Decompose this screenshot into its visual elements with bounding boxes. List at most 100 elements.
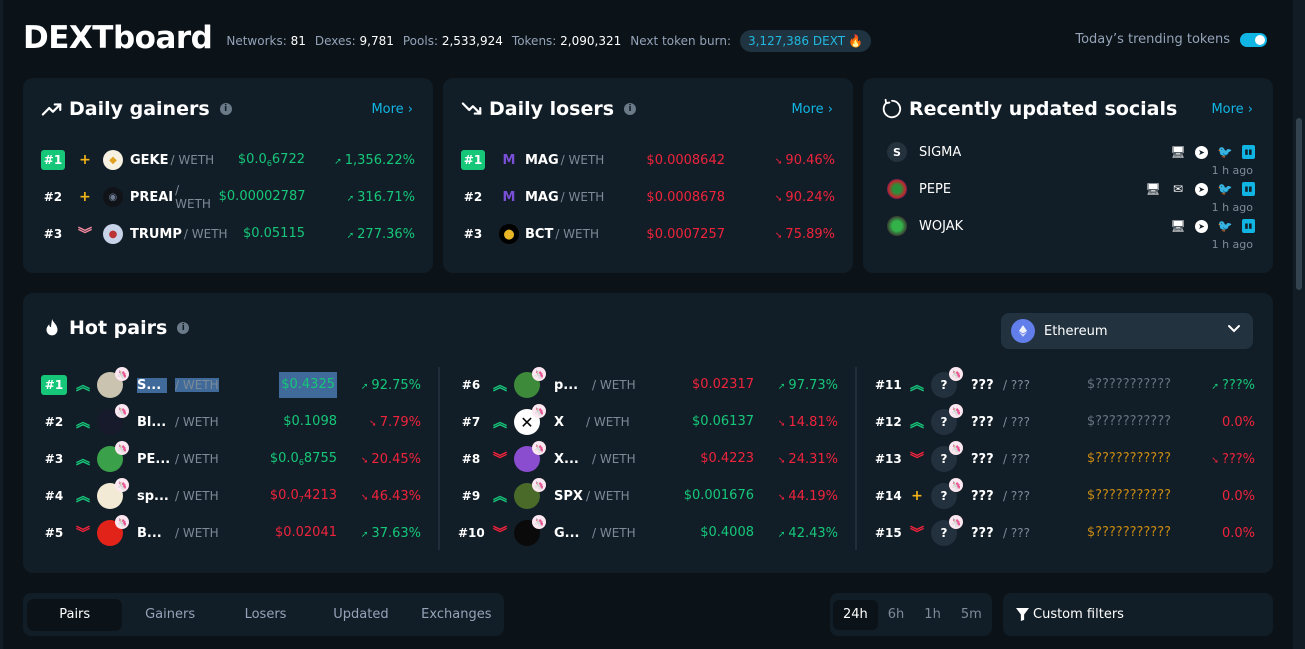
gainers-more-link[interactable]: More › [371, 102, 413, 117]
uniswap-icon: 🦄 [115, 441, 129, 455]
token-price: $0.4008 [700, 525, 754, 541]
timeframe-1h[interactable]: 1h [914, 600, 951, 630]
loser-row[interactable]: #3 ● BCT / WETH $0.0007257 ➘ 75.89% [461, 222, 835, 246]
token-symbol[interactable]: X... [554, 452, 584, 467]
token-symbol[interactable]: PE... [137, 452, 170, 467]
price-prefix: $0.4223 [700, 451, 754, 466]
hot-pair-row[interactable]: #13 ︾? 🦄??? / ??? $??????????? ➘???% [875, 441, 1255, 472]
stats-bar: Networks: 81 Dexes: 9,781 Pools: 2,533,9… [226, 28, 871, 54]
social-row[interactable]: WOJAK 🖥 ➤ 🐦 ▮▮ [887, 216, 1255, 236]
price-prefix: $??????????? [1086, 525, 1171, 540]
token-price: $0.05115 [243, 226, 305, 242]
quote-symbol: / WETH [555, 227, 599, 241]
custom-filters-button[interactable]: Custom filters [1003, 593, 1273, 636]
hot-pair-row[interactable]: #5 ︾ 🦄 B... / WETH $0.02041 ➚ 37.63% [41, 515, 421, 546]
timeframe-6h[interactable]: 6h [878, 600, 915, 630]
token-symbol[interactable]: B... [137, 526, 167, 541]
hot-pair-row[interactable]: #8 ︾ 🦄 X... / WETH $0.4223 ➘ 24.31% [458, 441, 838, 472]
gainer-row[interactable]: #3 ︾ ● TRUMP / WETH $0.05115 ➚ 277.36% [41, 222, 415, 246]
rank-badge: #9 [461, 489, 481, 503]
dextools-icon[interactable]: ▮▮ [1242, 219, 1255, 233]
hot-pair-row[interactable]: #9 ︽ 🦄 SPX / WETH $0.001676 ➘ 44.19% [458, 478, 838, 509]
tab-gainers[interactable]: Gainers [122, 599, 217, 631]
stat-tokens: Tokens: 2,090,321 [512, 34, 621, 48]
token-symbol[interactable]: S... [137, 377, 167, 393]
token-symbol[interactable]: PREAI [130, 190, 173, 205]
hot-pair-row[interactable]: #1 ︽ 🦄 S... / WETH $0.4325 ➚ 92.75% [41, 367, 421, 398]
hot-pair-row[interactable]: #14 + ? 🦄??? / ??? $??????????? 0.0% [875, 478, 1255, 509]
gainer-row[interactable]: #2 + ◉ PREAI / WETH $0.00002787 ➚ 316.71% [41, 183, 415, 211]
new-entry-icon: + [79, 152, 91, 168]
hot-pair-row[interactable]: #6 ︽ 🦄 p... / WETH $0.02317 ➚ 97.73% [458, 367, 838, 398]
loser-row[interactable]: #2 M MAG / WETH $0.0008678 ➘ 90.24% [461, 185, 835, 209]
hot-pair-row[interactable]: #15 ︾ ? 🦄??? / ??? $??????????? 0.0% [875, 515, 1255, 546]
token-symbol[interactable]: Bl... [137, 415, 167, 430]
telegram-icon[interactable]: ➤ [1195, 145, 1208, 159]
token-avatar [887, 179, 907, 199]
token-name[interactable]: PEPE [919, 182, 951, 197]
twitter-icon[interactable]: 🐦 [1217, 145, 1233, 159]
price-prefix: $0.05115 [242, 226, 305, 241]
socials-more-link[interactable]: More › [1211, 102, 1253, 117]
hot-pair-row[interactable]: #11 ︽? 🦄??? / ??? $??????????? ➚???% [875, 367, 1255, 398]
tab-pairs[interactable]: Pairs [27, 598, 123, 631]
token-symbol[interactable]: p... [554, 378, 584, 393]
rank-badge: #15 [875, 526, 902, 540]
token-symbol[interactable]: ??? [971, 415, 1001, 430]
email-icon[interactable]: ✉ [1170, 182, 1186, 196]
website-icon[interactable]: 🖥 [1145, 182, 1161, 196]
token-symbol[interactable]: sp... [137, 489, 169, 504]
hot-pair-row[interactable]: #2 ︽ 🦄 Bl... / WETH $0.1098 ➘ 7.79% [41, 404, 421, 435]
token-name[interactable]: SIGMA [919, 145, 961, 160]
info-icon[interactable]: i [219, 103, 232, 115]
social-row[interactable]: PEPE 🖥 ✉ ➤ 🐦 ▮▮ [887, 179, 1255, 199]
gainer-row[interactable]: #1 + ◆ GEKE / WETH $0.066722 ➚ 1,356.22% [41, 148, 415, 172]
loser-row[interactable]: #1 M MAG / WETH $0.0008642 ➘ 90.46% [461, 148, 835, 172]
card-title: Hot pairs i [41, 317, 190, 339]
dextools-icon[interactable]: ▮▮ [1242, 145, 1255, 159]
dextools-icon[interactable]: ▮▮ [1242, 182, 1255, 196]
token-symbol[interactable]: ??? [971, 489, 1001, 504]
burn-pill[interactable]: 3,127,386 DEXT 🔥 [739, 30, 871, 52]
token-symbol[interactable]: BCT [525, 227, 553, 242]
token-symbol[interactable]: MAG [525, 190, 559, 205]
telegram-icon[interactable]: ➤ [1195, 182, 1208, 196]
token-symbol[interactable]: MAG [525, 153, 559, 168]
website-icon[interactable]: 🖥 [1170, 219, 1186, 233]
scrollbar-track[interactable] [1293, 0, 1305, 649]
twitter-icon[interactable]: 🐦 [1217, 219, 1233, 233]
token-symbol[interactable]: ??? [971, 378, 1001, 393]
token-symbol[interactable]: G... [554, 526, 584, 541]
token-symbol[interactable]: TRUMP [130, 227, 182, 242]
losers-more-link[interactable]: More › [791, 102, 833, 117]
token-symbol[interactable]: ??? [971, 526, 1001, 541]
tab-losers[interactable]: Losers [218, 599, 313, 631]
hot-pair-row[interactable]: #7 ︽ ✕ 🦄 X / WETH $0.06137 ➘ 14.81% [458, 404, 838, 435]
network-select[interactable]: Ethereum [1001, 313, 1253, 349]
token-symbol[interactable]: SPX [554, 489, 584, 504]
tab-updated[interactable]: Updated [313, 599, 408, 631]
hot-pair-row[interactable]: #10 ︾ 🦄 G... / WETH $0.4008 ➚ 42.43% [458, 515, 838, 546]
tab-exchanges[interactable]: Exchanges [409, 599, 504, 631]
website-icon[interactable]: 🖥 [1170, 145, 1186, 159]
social-row[interactable]: S SIGMA 🖥 ➤ 🐦 ▮▮ [887, 142, 1255, 162]
scrollbar-thumb[interactable] [1296, 118, 1302, 290]
timeframe-24h[interactable]: 24h [833, 599, 878, 630]
timeframe-5m[interactable]: 5m [951, 600, 992, 630]
hot-pair-row[interactable]: #12 ︽ ? 🦄??? / ??? $??????????? 0.0% [875, 404, 1255, 435]
rank-badge: #14 [875, 489, 902, 503]
price-digits: 4213 [303, 488, 337, 503]
telegram-icon[interactable]: ➤ [1195, 219, 1208, 233]
token-symbol[interactable]: X [554, 415, 584, 430]
trending-toggle[interactable] [1240, 32, 1267, 47]
quote-symbol: / WETH [586, 415, 630, 429]
token-name[interactable]: WOJAK [919, 219, 963, 234]
token-symbol[interactable]: GEKE [130, 153, 169, 168]
twitter-icon[interactable]: 🐦 [1217, 182, 1233, 196]
info-icon[interactable]: i [624, 103, 637, 115]
logo[interactable]: DEXTboard [23, 20, 213, 56]
hot-pair-row[interactable]: #3 ︽ 🦄 PE... / WETH $0.068755 ➘ 20.45% [41, 441, 421, 472]
info-icon[interactable]: i [177, 322, 190, 334]
hot-pair-row[interactable]: #4 ︽ 🦄 sp... / WETH $0.074213 ➘ 46.43% [41, 478, 421, 509]
token-symbol[interactable]: ??? [971, 452, 1001, 467]
